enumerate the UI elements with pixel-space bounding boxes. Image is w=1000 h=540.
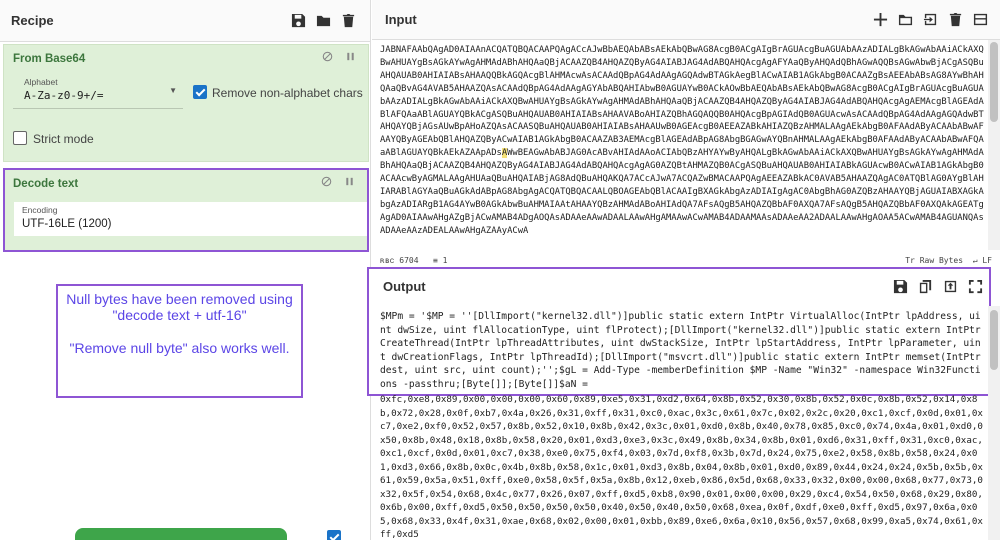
raw-bytes-icon: Tr <box>905 256 915 265</box>
replace-input-icon[interactable] <box>943 279 958 294</box>
alphabet-value: A-Za-z0-9+/= <box>24 89 104 102</box>
input-title: Input <box>385 12 417 27</box>
input-toolbar <box>873 12 988 27</box>
chars-icon: ʀʙᴄ <box>380 256 395 265</box>
output-scrollbar[interactable] <box>988 306 1000 540</box>
remove-nonalpha-checkbox[interactable] <box>193 85 207 99</box>
eol-label[interactable]: LF <box>982 256 992 265</box>
output-bytes[interactable]: 0xfc,0xe8,0x89,0x00,0x00,0x00,0x60,0x89,… <box>380 393 984 540</box>
input-stats: ʀʙᴄ 6704 ≡ 1 <box>380 256 447 266</box>
alphabet-label: Alphabet <box>24 77 58 87</box>
add-icon[interactable] <box>873 12 888 27</box>
line-count: 1 <box>442 256 448 265</box>
remove-nonalpha-label: Remove non-alphabet chars <box>212 86 363 100</box>
maximize-icon[interactable] <box>968 279 983 294</box>
layout-icon[interactable] <box>973 12 988 27</box>
input-textarea[interactable]: JABNAFAAbQAgAD0AIAAnACQATQBQACAAPQAgACcA… <box>380 44 984 252</box>
trash-icon[interactable] <box>948 12 963 27</box>
output-header: Output <box>369 269 989 303</box>
recipe-toolbar <box>291 13 356 28</box>
operation-from-base64[interactable]: From Base64 Alphabet A-Za-z0-9+/= ▼ Remo… <box>3 44 369 162</box>
lines-icon: ≡ <box>432 256 438 265</box>
strict-mode-label: Strict mode <box>33 132 94 146</box>
input-pane: Input JABNAFAAbQAgAD0AIAAnACQATQBQACAAPQ… <box>372 0 1000 270</box>
output-title: Output <box>383 278 426 294</box>
input-header: Input <box>372 0 1000 40</box>
auto-bake-checkbox[interactable] <box>327 530 341 540</box>
pause-icon[interactable] <box>344 176 355 187</box>
disable-icon[interactable] <box>322 51 333 62</box>
output-pane: Output $MPm = '$MP = ''[DllImport("kerne… <box>367 267 1000 540</box>
input-scrollbar[interactable] <box>988 40 1000 250</box>
encoding-label: Encoding <box>22 205 58 215</box>
input-format-controls: Tr Raw Bytes ↵ LF <box>905 256 992 265</box>
char-count: 6704 <box>399 256 419 265</box>
encoding-value: UTF-16LE (1200) <box>22 218 112 230</box>
operation-title: Decode text <box>13 178 79 190</box>
select-underline <box>13 108 183 109</box>
save-icon[interactable] <box>291 13 306 28</box>
folder-icon[interactable] <box>316 13 331 28</box>
annotation-note: Null bytes have been removed using "deco… <box>56 284 303 398</box>
operation-title: From Base64 <box>13 53 86 65</box>
operation-decode-text[interactable]: Decode text Encoding UTF-16LE (1200) <box>3 168 369 252</box>
raw-bytes-label[interactable]: Raw Bytes <box>920 256 963 265</box>
operation-controls <box>322 51 356 62</box>
trash-icon[interactable] <box>341 13 356 28</box>
folder-icon[interactable] <box>898 12 913 27</box>
copy-icon[interactable] <box>918 279 933 294</box>
chevron-down-icon: ▼ <box>169 86 177 95</box>
recipe-title: Recipe <box>11 13 54 28</box>
strict-mode-checkbox[interactable] <box>13 131 27 145</box>
output-toolbar <box>893 279 983 294</box>
note-line-2: "Remove null byte" also works well. <box>69 340 290 356</box>
encoding-select[interactable]: Encoding UTF-16LE (1200) <box>14 202 367 236</box>
operation-controls <box>321 176 355 187</box>
recipe-header: Recipe <box>0 0 370 42</box>
bake-button[interactable] <box>75 528 287 540</box>
note-line-1: Null bytes have been removed using "deco… <box>66 291 293 323</box>
alphabet-select[interactable]: Alphabet A-Za-z0-9+/= ▼ <box>13 75 183 109</box>
pause-icon[interactable] <box>345 51 356 62</box>
save-icon[interactable] <box>893 279 908 294</box>
eol-icon: ↵ <box>972 256 978 265</box>
import-icon[interactable] <box>923 12 938 27</box>
disable-icon[interactable] <box>321 176 332 187</box>
recipe-pane: Recipe From Base64 Alphabet A-Za-z0-9+/=… <box>0 0 371 540</box>
